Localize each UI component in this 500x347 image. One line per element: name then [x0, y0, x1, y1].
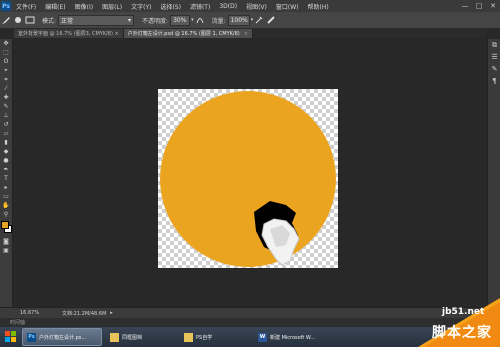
- flow-label: 流量:: [211, 17, 226, 25]
- document-tabs: 室外背景字面 @ 16.7% (图层3, CMYK/8) × 户外灯箱左设计.p…: [14, 29, 486, 38]
- chevron-right-icon[interactable]: ▸: [110, 310, 113, 316]
- opacity-value: 30%: [173, 16, 187, 24]
- taskbar-item-word[interactable]: W 新建 Microsoft W...: [254, 329, 332, 345]
- options-bar: 模式: 正常 ▾ 不透明度: 30% ▾ 流量: 100% ▾: [0, 12, 500, 29]
- opacity-input[interactable]: 30%: [170, 14, 191, 26]
- mode-select[interactable]: 正常 ▾: [58, 14, 135, 26]
- menu-view[interactable]: 视图(V): [243, 2, 273, 11]
- mode-value: 正常: [61, 17, 74, 25]
- watermark-url: jb51.net: [442, 307, 485, 317]
- tab-document-2[interactable]: 户外灯箱左设计.psd @ 16.7% (图层 1, CMYK/8) ×: [123, 29, 253, 38]
- photoshop-icon: Ps: [27, 332, 36, 342]
- marquee-tool-icon[interactable]: ⬚: [0, 48, 12, 57]
- path-select-tool-icon[interactable]: ▸: [0, 183, 12, 192]
- menu-layer[interactable]: 图层(L): [99, 2, 128, 11]
- paragraph-panel-icon[interactable]: ¶: [488, 75, 500, 87]
- flow-value: 100%: [230, 16, 248, 24]
- move-tool-icon[interactable]: ✥: [0, 39, 12, 48]
- photoshop-logo-icon: Ps: [1, 1, 11, 11]
- zoom-tool-icon[interactable]: ⚲: [0, 210, 12, 219]
- folder-icon: [110, 332, 119, 342]
- brush-panel-icon[interactable]: [24, 15, 36, 25]
- type-tool-icon[interactable]: T: [0, 174, 12, 183]
- window-controls: — □ ✕: [458, 2, 500, 10]
- pressure-opacity-icon[interactable]: [194, 15, 206, 25]
- watermark-text: 脚本之家: [432, 325, 492, 341]
- quick-select-tool-icon[interactable]: ⌖: [0, 66, 12, 75]
- crop-tool-icon[interactable]: ⌗: [0, 75, 12, 84]
- shape-tool-icon[interactable]: ▭: [0, 192, 12, 201]
- tab-label: 户外灯箱左设计.psd @ 16.7% (图层 1, CMYK/8): [127, 31, 240, 37]
- maximize-button[interactable]: □: [472, 2, 486, 10]
- menu-bar: Ps 文件(F) 编辑(E) 图像(I) 图层(L) 文字(Y) 选择(S) 滤…: [0, 0, 500, 12]
- taskbar-item-photoshop[interactable]: Ps 户外灯箱左设计.ps...: [22, 328, 102, 346]
- taskbar-item-label: PS自学: [196, 334, 213, 341]
- healing-brush-tool-icon[interactable]: ✚: [0, 93, 12, 102]
- menu-filter[interactable]: 滤镜(T): [187, 2, 216, 11]
- menu-help[interactable]: 帮助(H): [305, 2, 335, 11]
- document-canvas[interactable]: [158, 89, 338, 268]
- minimize-button[interactable]: —: [458, 2, 472, 10]
- airbrush-icon[interactable]: [253, 15, 265, 25]
- dodge-tool-icon[interactable]: ●: [0, 156, 12, 165]
- color-swatches[interactable]: [0, 219, 12, 237]
- windows-logo-icon: [5, 331, 16, 342]
- chevron-down-icon: ▾: [128, 16, 132, 24]
- menu-image[interactable]: 图像(I): [72, 2, 99, 11]
- folder-icon: [184, 332, 193, 342]
- word-icon: W: [258, 332, 267, 342]
- clone-stamp-tool-icon[interactable]: ⊥: [0, 111, 12, 120]
- taskbar-item-folder-2[interactable]: PS自学: [180, 329, 250, 345]
- pen-tool-icon[interactable]: ✒: [0, 165, 12, 174]
- screen-mode-icon[interactable]: ▣: [0, 246, 12, 255]
- brush-preset-picker[interactable]: [12, 15, 24, 25]
- menu-edit[interactable]: 编辑(E): [42, 2, 71, 11]
- brush-tool-icon[interactable]: [0, 15, 12, 25]
- zoom-level[interactable]: 16.67%: [20, 310, 54, 316]
- history-brush-tool-icon[interactable]: ↺: [0, 120, 12, 129]
- opacity-label: 不透明度:: [142, 17, 169, 25]
- brush-panel-icon[interactable]: ✎: [488, 63, 500, 75]
- orange-circle-shape: [160, 91, 336, 267]
- eyedropper-tool-icon[interactable]: ⁄: [0, 84, 12, 93]
- right-panel-dock: ⧉ ☰ ✎ ¶: [487, 39, 500, 307]
- tab-document-1[interactable]: 室外背景字面 @ 16.7% (图层3, CMYK/8) ×: [14, 29, 124, 38]
- menu-select[interactable]: 选择(S): [157, 2, 187, 11]
- mode-label: 模式:: [42, 17, 57, 25]
- menu-type[interactable]: 文字(Y): [128, 2, 157, 11]
- document-info: 文档:21.2M/48.6M: [62, 310, 107, 317]
- lasso-tool-icon[interactable]: ʘ: [0, 57, 12, 66]
- menu-3d[interactable]: 3D(D): [216, 3, 243, 10]
- artwork-layer: [160, 91, 336, 267]
- taskbar-item-label: 户外灯箱左设计.ps...: [39, 334, 87, 341]
- tab-label: 室外背景字面 @ 16.7% (图层3, CMYK/8) ×: [18, 31, 119, 37]
- taskbar-item-folder-1[interactable]: 同框图档: [106, 329, 176, 345]
- history-panel-icon[interactable]: ⧉: [488, 39, 500, 51]
- properties-panel-icon[interactable]: ☰: [488, 51, 500, 63]
- start-button[interactable]: [0, 327, 22, 347]
- taskbar-item-label: 同框图档: [122, 334, 143, 341]
- hand-tool-icon[interactable]: ✋: [0, 201, 12, 210]
- menu-file[interactable]: 文件(F): [13, 2, 42, 11]
- blur-tool-icon[interactable]: ◆: [0, 147, 12, 156]
- gradient-tool-icon[interactable]: ▮: [0, 138, 12, 147]
- close-icon[interactable]: ×: [244, 31, 248, 37]
- menu-window[interactable]: 窗口(W): [273, 2, 305, 11]
- pressure-size-icon[interactable]: [265, 15, 277, 25]
- timeline-label[interactable]: 时间轴: [10, 319, 25, 326]
- taskbar-item-label: 新建 Microsoft W...: [270, 334, 316, 341]
- foreground-color-swatch[interactable]: [1, 221, 9, 229]
- brush-tool-icon[interactable]: ✎: [0, 102, 12, 111]
- quick-mask-icon[interactable]: ◙: [0, 237, 12, 246]
- eraser-tool-icon[interactable]: ▱: [0, 129, 12, 138]
- toolbox: ✥ ⬚ ʘ ⌖ ⌗ ⁄ ✚ ✎ ⊥ ↺ ▱ ▮ ◆ ● ✒ T ▸ ▭ ✋ ⚲ …: [0, 39, 13, 307]
- close-button[interactable]: ✕: [486, 2, 500, 10]
- flow-input[interactable]: 100%: [227, 14, 250, 26]
